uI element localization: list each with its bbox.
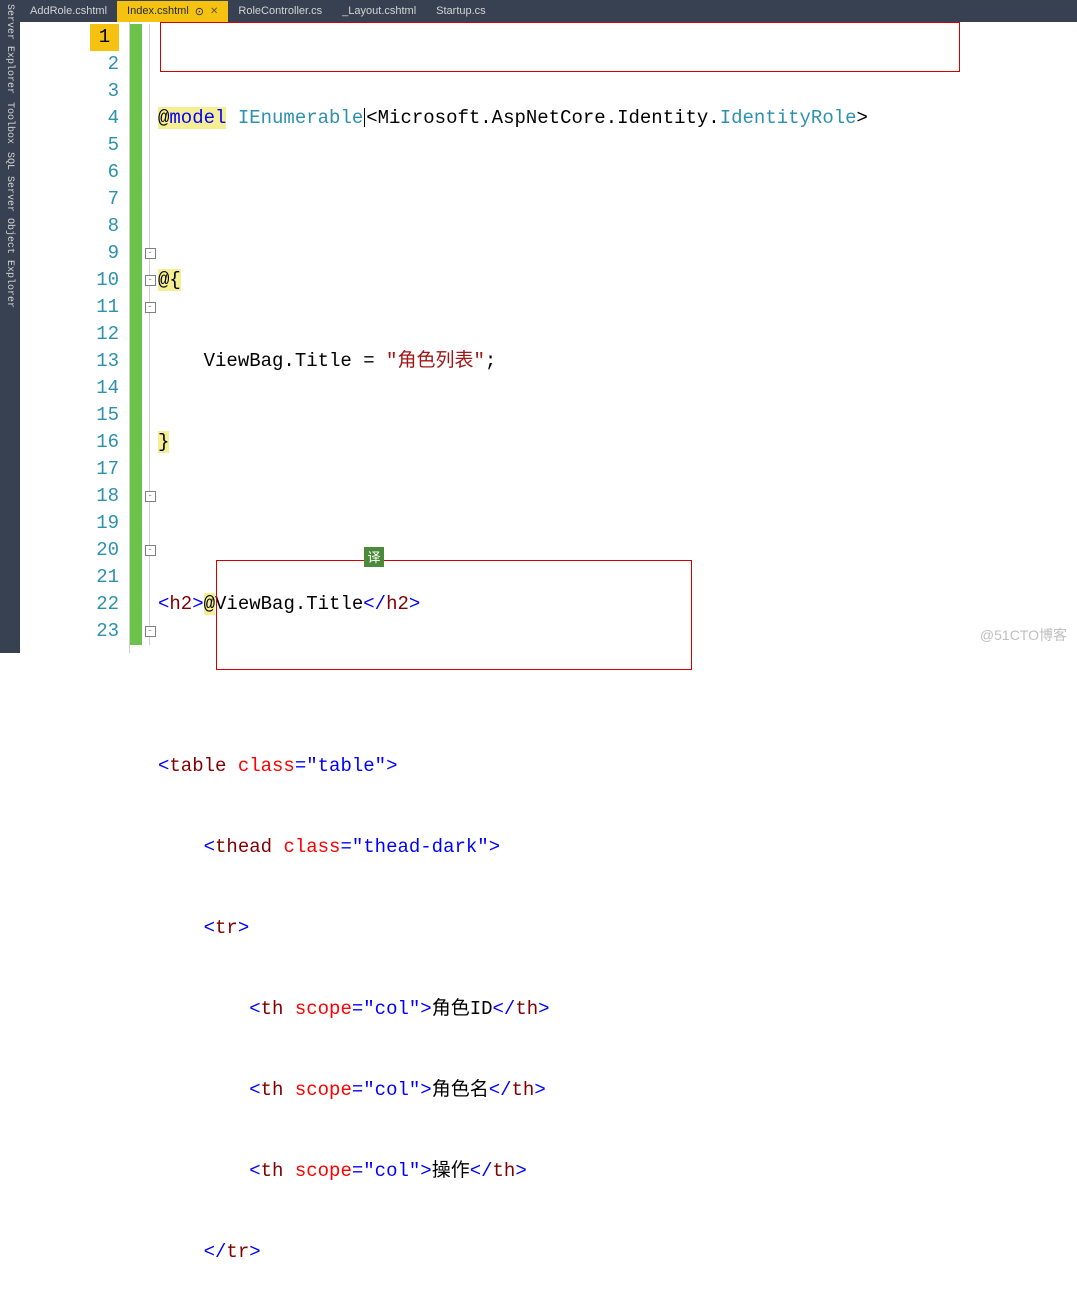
tab-rolecontroller[interactable]: RoleController.cs <box>228 1 332 21</box>
line-number: 1 <box>90 24 119 51</box>
fold-icon[interactable]: - <box>145 275 156 286</box>
fold-icon[interactable]: - <box>145 248 156 259</box>
fold-icon[interactable]: - <box>145 545 156 556</box>
panel-server-explorer[interactable]: Server Explorer <box>0 0 19 98</box>
panel-sql-explorer[interactable]: SQL Server Object Explorer <box>0 148 19 312</box>
pin-icon[interactable]: ⊙ <box>195 5 204 18</box>
fold-icon[interactable]: - <box>145 302 156 313</box>
panel-toolbox[interactable]: Toolbox <box>0 98 19 148</box>
fold-icon[interactable]: - <box>145 491 156 502</box>
change-indicator <box>130 22 142 653</box>
tab-layout[interactable]: _Layout.cshtml <box>332 1 426 21</box>
highlight-box-1 <box>160 22 960 72</box>
side-panel-tabs: Server Explorer Toolbox SQL Server Objec… <box>0 0 20 653</box>
code-area[interactable]: @model IEnumerable<Microsoft.AspNetCore.… <box>158 22 1077 653</box>
watermark: @51CTO博客 <box>980 625 1067 645</box>
tab-addrole[interactable]: AddRole.cshtml <box>20 1 117 21</box>
editor-tabs: AddRole.cshtml Index.cshtml⊙✕ RoleContro… <box>20 0 1077 22</box>
fold-margin: - - - - - - <box>142 22 158 653</box>
line-numbers: 1 2 3 4 5 6 7 8 9 10 11 12 13 14 15 16 1… <box>20 22 130 653</box>
tab-index[interactable]: Index.cshtml⊙✕ <box>117 1 228 22</box>
tab-startup[interactable]: Startup.cs <box>426 1 496 21</box>
fold-icon[interactable]: - <box>145 626 156 637</box>
translate-badge[interactable]: 译 <box>364 547 384 567</box>
close-icon[interactable]: ✕ <box>210 6 218 17</box>
code-editor[interactable]: 1 2 3 4 5 6 7 8 9 10 11 12 13 14 15 16 1… <box>20 22 1077 653</box>
